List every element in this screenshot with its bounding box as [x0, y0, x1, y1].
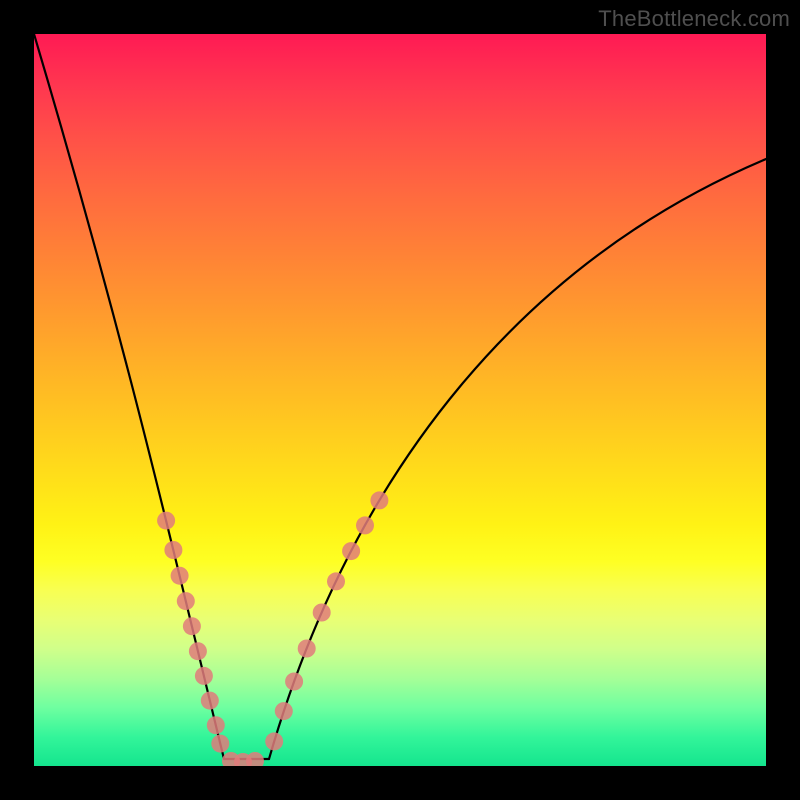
data-dot-right-3	[298, 640, 316, 658]
gradient-plot-area	[34, 34, 766, 766]
data-dot-group	[157, 491, 388, 766]
right-curve	[269, 159, 766, 759]
chart-canvas: TheBottleneck.com	[0, 0, 800, 800]
data-dot-right-4	[313, 604, 331, 622]
watermark-text: TheBottleneck.com	[598, 6, 790, 32]
data-dot-left-2	[171, 567, 189, 585]
data-dot-left-4	[183, 617, 201, 635]
data-dot-left-6	[195, 667, 213, 685]
left-curve	[34, 34, 269, 759]
data-dot-bottom-2	[246, 752, 264, 766]
data-dot-left-9	[211, 735, 229, 753]
data-dot-right-2	[285, 673, 303, 691]
data-dot-right-7	[356, 516, 374, 534]
data-dot-left-5	[189, 642, 207, 660]
data-dot-left-1	[164, 541, 182, 559]
data-dot-right-8	[370, 491, 388, 509]
data-dot-right-5	[327, 572, 345, 590]
data-dot-left-0	[157, 512, 175, 530]
data-dot-left-7	[201, 692, 219, 710]
bottleneck-curve-svg	[34, 34, 766, 766]
data-dot-right-6	[342, 542, 360, 560]
data-dot-right-0	[265, 732, 283, 750]
data-dot-right-1	[275, 702, 293, 720]
data-dot-left-8	[207, 716, 225, 734]
data-dot-left-3	[177, 592, 195, 610]
